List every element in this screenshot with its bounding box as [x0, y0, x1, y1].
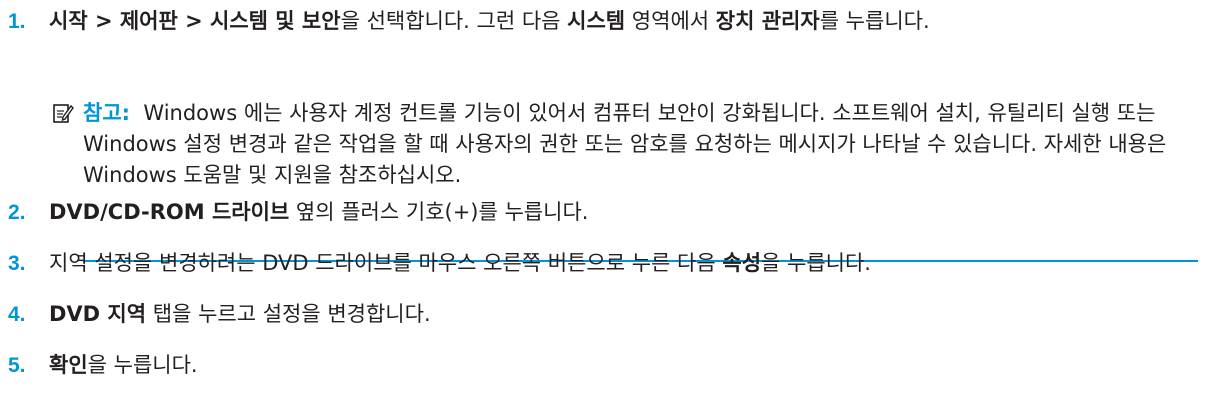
menu-path: 시작 > 제어판 > 시스템 및 보안 [49, 9, 341, 33]
step-text: DVD/CD-ROM 드라이브 옆의 플러스 기호(+)를 누릅니다. [49, 197, 1214, 228]
step-number: 3. [8, 252, 26, 275]
drive-term: DVD/CD-ROM 드라이브 [49, 200, 290, 224]
step-text: DVD 지역 탭을 누르고 설정을 변경합니다. [49, 299, 1214, 330]
text-run: 을 선택합니다. 그런 다음 [340, 9, 568, 33]
text-run: 을 누릅니다. [87, 353, 198, 377]
step-number: 2. [8, 201, 26, 224]
system-term: 시스템 [567, 9, 626, 33]
note-body: Windows 에는 사용자 계정 컨트롤 기능이 있어서 컴퓨터 보안이 강화… [83, 101, 1167, 187]
text-run: 지역 설정을 변경하려는 DVD 드라이브를 마우스 오른쪽 버튼으로 누른 다… [49, 251, 723, 275]
properties-term: 속성 [722, 251, 762, 275]
step-number: 5. [8, 354, 26, 377]
note-pencil-icon [53, 104, 74, 123]
text-run: 를 누릅니다. [819, 9, 930, 33]
text-run: 영역에서 [625, 9, 716, 33]
step-number: 1. [8, 10, 26, 33]
note-text: 참고: Windows 에는 사용자 계정 컨트롤 기능이 있어서 컴퓨터 보안… [83, 98, 1215, 191]
dvd-region-term: DVD 지역 [49, 302, 147, 326]
device-manager-term: 장치 관리자 [715, 9, 820, 33]
note-label: 참고: [83, 101, 131, 125]
ok-term: 확인 [49, 353, 88, 377]
text-run: 탭을 누르고 설정을 변경합니다. [146, 302, 431, 326]
step-text: 지역 설정을 변경하려는 DVD 드라이브를 마우스 오른쪽 버튼으로 누른 다… [49, 248, 1214, 279]
step-number: 4. [8, 303, 26, 326]
step-text: 확인을 누릅니다. [49, 350, 1214, 381]
step-text: 시작 > 제어판 > 시스템 및 보안을 선택합니다. 그런 다음 시스템 영역… [49, 6, 1214, 37]
text-run: 을 누릅니다. [761, 251, 871, 275]
text-run: 옆의 플러스 기호(+)를 누릅니다. [289, 200, 589, 224]
